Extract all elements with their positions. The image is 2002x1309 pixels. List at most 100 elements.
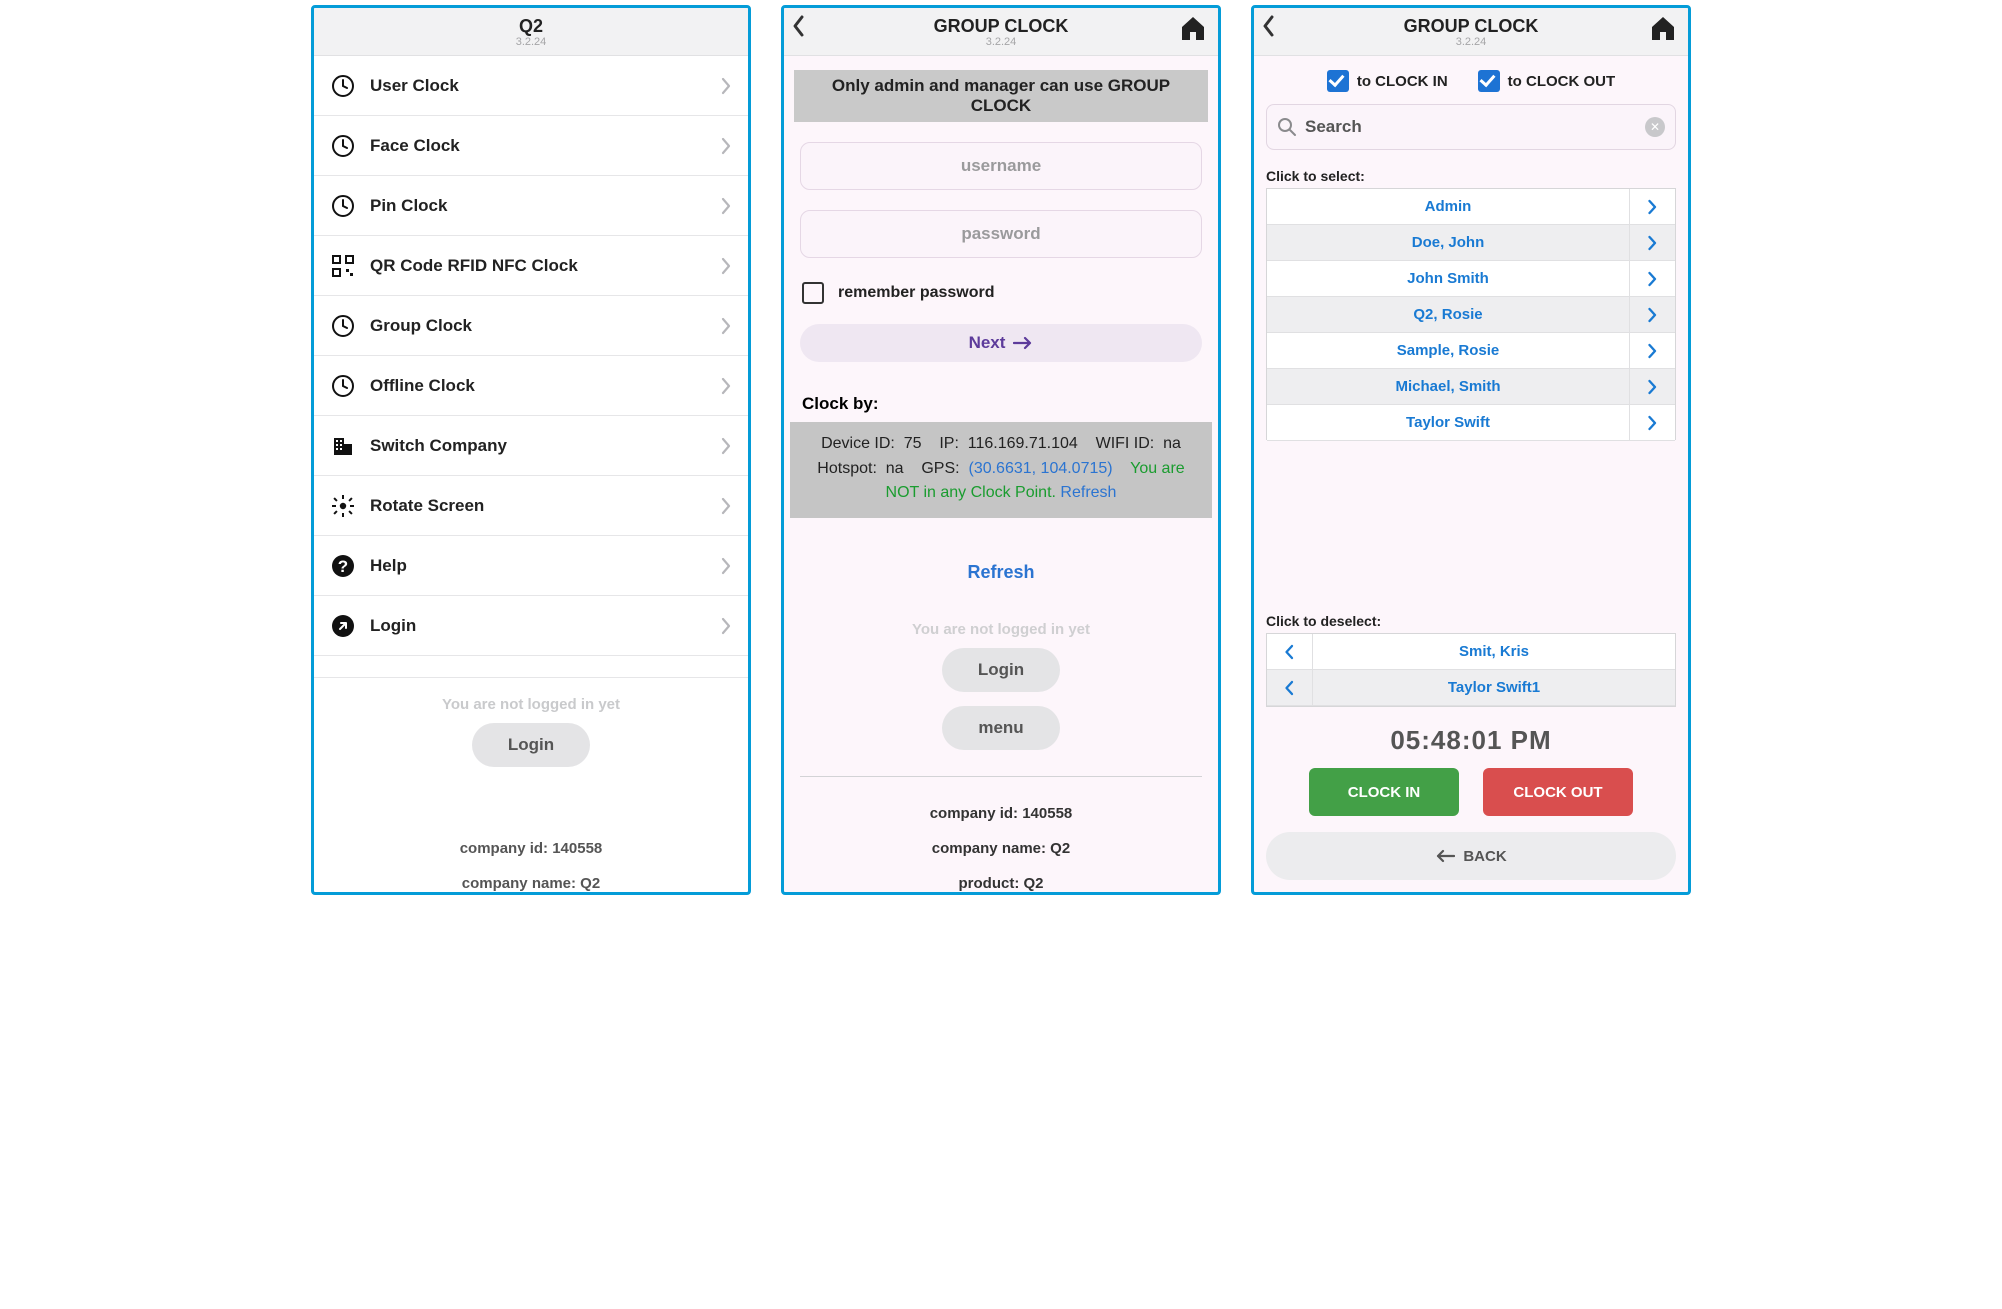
device-info-box: Device ID: 75 IP: 116.169.71.104 WIFI ID… xyxy=(790,422,1212,518)
company-id-text: company id: 140558 xyxy=(314,840,748,857)
person-name: Doe, John xyxy=(1267,234,1629,251)
search-input[interactable]: Search ✕ xyxy=(1266,104,1676,150)
person-name: Sample, Rosie xyxy=(1267,342,1629,359)
chevron-right-icon xyxy=(720,557,732,575)
menu-item-qr-code-rfid-nfc-clock[interactable]: QR Code RFID NFC Clock xyxy=(314,236,748,296)
deselect-row[interactable]: Taylor Swift1 xyxy=(1267,670,1675,706)
header-subtitle: 3.2.24 xyxy=(516,36,547,48)
header: GROUP CLOCK 3.2.24 xyxy=(1254,8,1688,56)
clock-by-label: Clock by: xyxy=(802,394,1200,414)
chevron-right-icon[interactable] xyxy=(1629,369,1675,404)
select-row[interactable]: Michael, Smith xyxy=(1267,369,1675,405)
header-title: GROUP CLOCK xyxy=(934,16,1069,37)
toggle-clock-in[interactable]: to CLOCK IN xyxy=(1327,70,1448,92)
not-logged-text: You are not logged in yet xyxy=(784,621,1218,638)
clock-icon xyxy=(330,373,356,399)
next-label: Next xyxy=(969,333,1006,353)
chevron-left-icon[interactable] xyxy=(1267,634,1313,669)
person-name: John Smith xyxy=(1267,270,1629,287)
select-row[interactable]: Admin xyxy=(1267,189,1675,225)
menu-item-label: QR Code RFID NFC Clock xyxy=(370,256,720,276)
select-row[interactable]: Doe, John xyxy=(1267,225,1675,261)
select-row[interactable]: Sample, Rosie xyxy=(1267,333,1675,369)
menu-item-label: Group Clock xyxy=(370,316,720,336)
refresh-link[interactable]: Refresh xyxy=(784,562,1218,583)
checkbox-icon xyxy=(802,282,824,304)
back-button[interactable] xyxy=(792,14,806,38)
person-name: Q2, Rosie xyxy=(1267,306,1629,323)
chevron-right-icon[interactable] xyxy=(1629,189,1675,224)
svg-text:?: ? xyxy=(338,557,348,576)
person-name: Admin xyxy=(1267,198,1629,215)
menu-item-label: Help xyxy=(370,556,720,576)
menu-item-label: Login xyxy=(370,616,720,636)
not-logged-text: You are not logged in yet xyxy=(324,696,738,713)
search-placeholder: Search xyxy=(1305,117,1637,137)
menu-item-label: Pin Clock xyxy=(370,196,720,216)
chevron-right-icon xyxy=(720,137,732,155)
menu-item-label: Switch Company xyxy=(370,436,720,456)
back-label: BACK xyxy=(1463,848,1506,865)
remember-password-checkbox[interactable]: remember password xyxy=(802,282,1200,304)
person-name: Michael, Smith xyxy=(1267,378,1629,395)
header-title: Q2 xyxy=(519,16,543,37)
panel-menu: Q2 3.2.24 User Clock Face Clock Pin Clock Q… xyxy=(311,5,751,895)
chevron-right-icon[interactable] xyxy=(1629,405,1675,440)
menu-item-pin-clock[interactable]: Pin Clock xyxy=(314,176,748,236)
chevron-right-icon xyxy=(720,437,732,455)
home-button[interactable] xyxy=(1178,14,1208,42)
menu-item-switch-company[interactable]: Switch Company xyxy=(314,416,748,476)
chevron-right-icon[interactable] xyxy=(1629,261,1675,296)
login-button[interactable]: Login xyxy=(472,723,590,767)
clock-icon xyxy=(330,73,356,99)
select-row[interactable]: Q2, Rosie xyxy=(1267,297,1675,333)
clock-icon xyxy=(330,313,356,339)
clock-icon xyxy=(330,193,356,219)
menu-item-offline-clock[interactable]: Offline Clock xyxy=(314,356,748,416)
check-icon xyxy=(1327,70,1349,92)
company-name-text: company name: Q2 xyxy=(784,840,1218,857)
deselect-row[interactable]: Smit, Kris xyxy=(1267,634,1675,670)
menu-item-label: User Clock xyxy=(370,76,720,96)
chevron-right-icon xyxy=(720,617,732,635)
header: Q2 3.2.24 xyxy=(314,8,748,56)
home-button[interactable] xyxy=(1648,14,1678,42)
chevron-right-icon[interactable] xyxy=(1629,225,1675,260)
chevron-right-icon xyxy=(720,197,732,215)
person-name: Taylor Swift1 xyxy=(1313,679,1675,696)
clock-in-button[interactable]: CLOCK IN xyxy=(1309,768,1459,816)
chevron-right-icon xyxy=(720,317,732,335)
menu-item-group-clock[interactable]: Group Clock xyxy=(314,296,748,356)
next-button[interactable]: Next xyxy=(800,324,1202,362)
select-row[interactable]: John Smith xyxy=(1267,261,1675,297)
username-input[interactable]: username xyxy=(800,142,1202,190)
chevron-right-icon[interactable] xyxy=(1629,297,1675,332)
password-input[interactable]: password xyxy=(800,210,1202,258)
menu-item-face-clock[interactable]: Face Clock xyxy=(314,116,748,176)
menu-item-help[interactable]: ? Help xyxy=(314,536,748,596)
qr-icon xyxy=(330,253,356,279)
company-name-text: company name: Q2 xyxy=(314,875,748,892)
chevron-right-icon xyxy=(720,497,732,515)
gps-link[interactable]: (30.6631, 104.0715) xyxy=(968,460,1112,477)
help-icon: ? xyxy=(330,553,356,579)
menu-button[interactable]: menu xyxy=(942,706,1059,750)
refresh-inline-link[interactable]: Refresh xyxy=(1060,484,1116,501)
menu-item-user-clock[interactable]: User Clock xyxy=(314,56,748,116)
select-section-label: Click to select: xyxy=(1266,168,1676,184)
login-button[interactable]: Login xyxy=(942,648,1060,692)
select-row[interactable]: Taylor Swift xyxy=(1267,405,1675,441)
chevron-left-icon[interactable] xyxy=(1267,670,1313,705)
chevron-right-icon xyxy=(720,77,732,95)
toggle-clock-out[interactable]: to CLOCK OUT xyxy=(1478,70,1615,92)
back-button[interactable] xyxy=(1262,14,1276,38)
clock-out-button[interactable]: CLOCK OUT xyxy=(1483,768,1633,816)
clear-icon[interactable]: ✕ xyxy=(1645,117,1665,137)
chevron-right-icon[interactable] xyxy=(1629,333,1675,368)
back-bar-button[interactable]: BACK xyxy=(1266,832,1676,880)
menu-item-rotate-screen[interactable]: Rotate Screen xyxy=(314,476,748,536)
building-icon xyxy=(330,433,356,459)
menu-item-login[interactable]: Login xyxy=(314,596,748,656)
panel-group-login: GROUP CLOCK 3.2.24 Only admin and manage… xyxy=(781,5,1221,895)
arrow-left-icon xyxy=(1435,849,1455,863)
